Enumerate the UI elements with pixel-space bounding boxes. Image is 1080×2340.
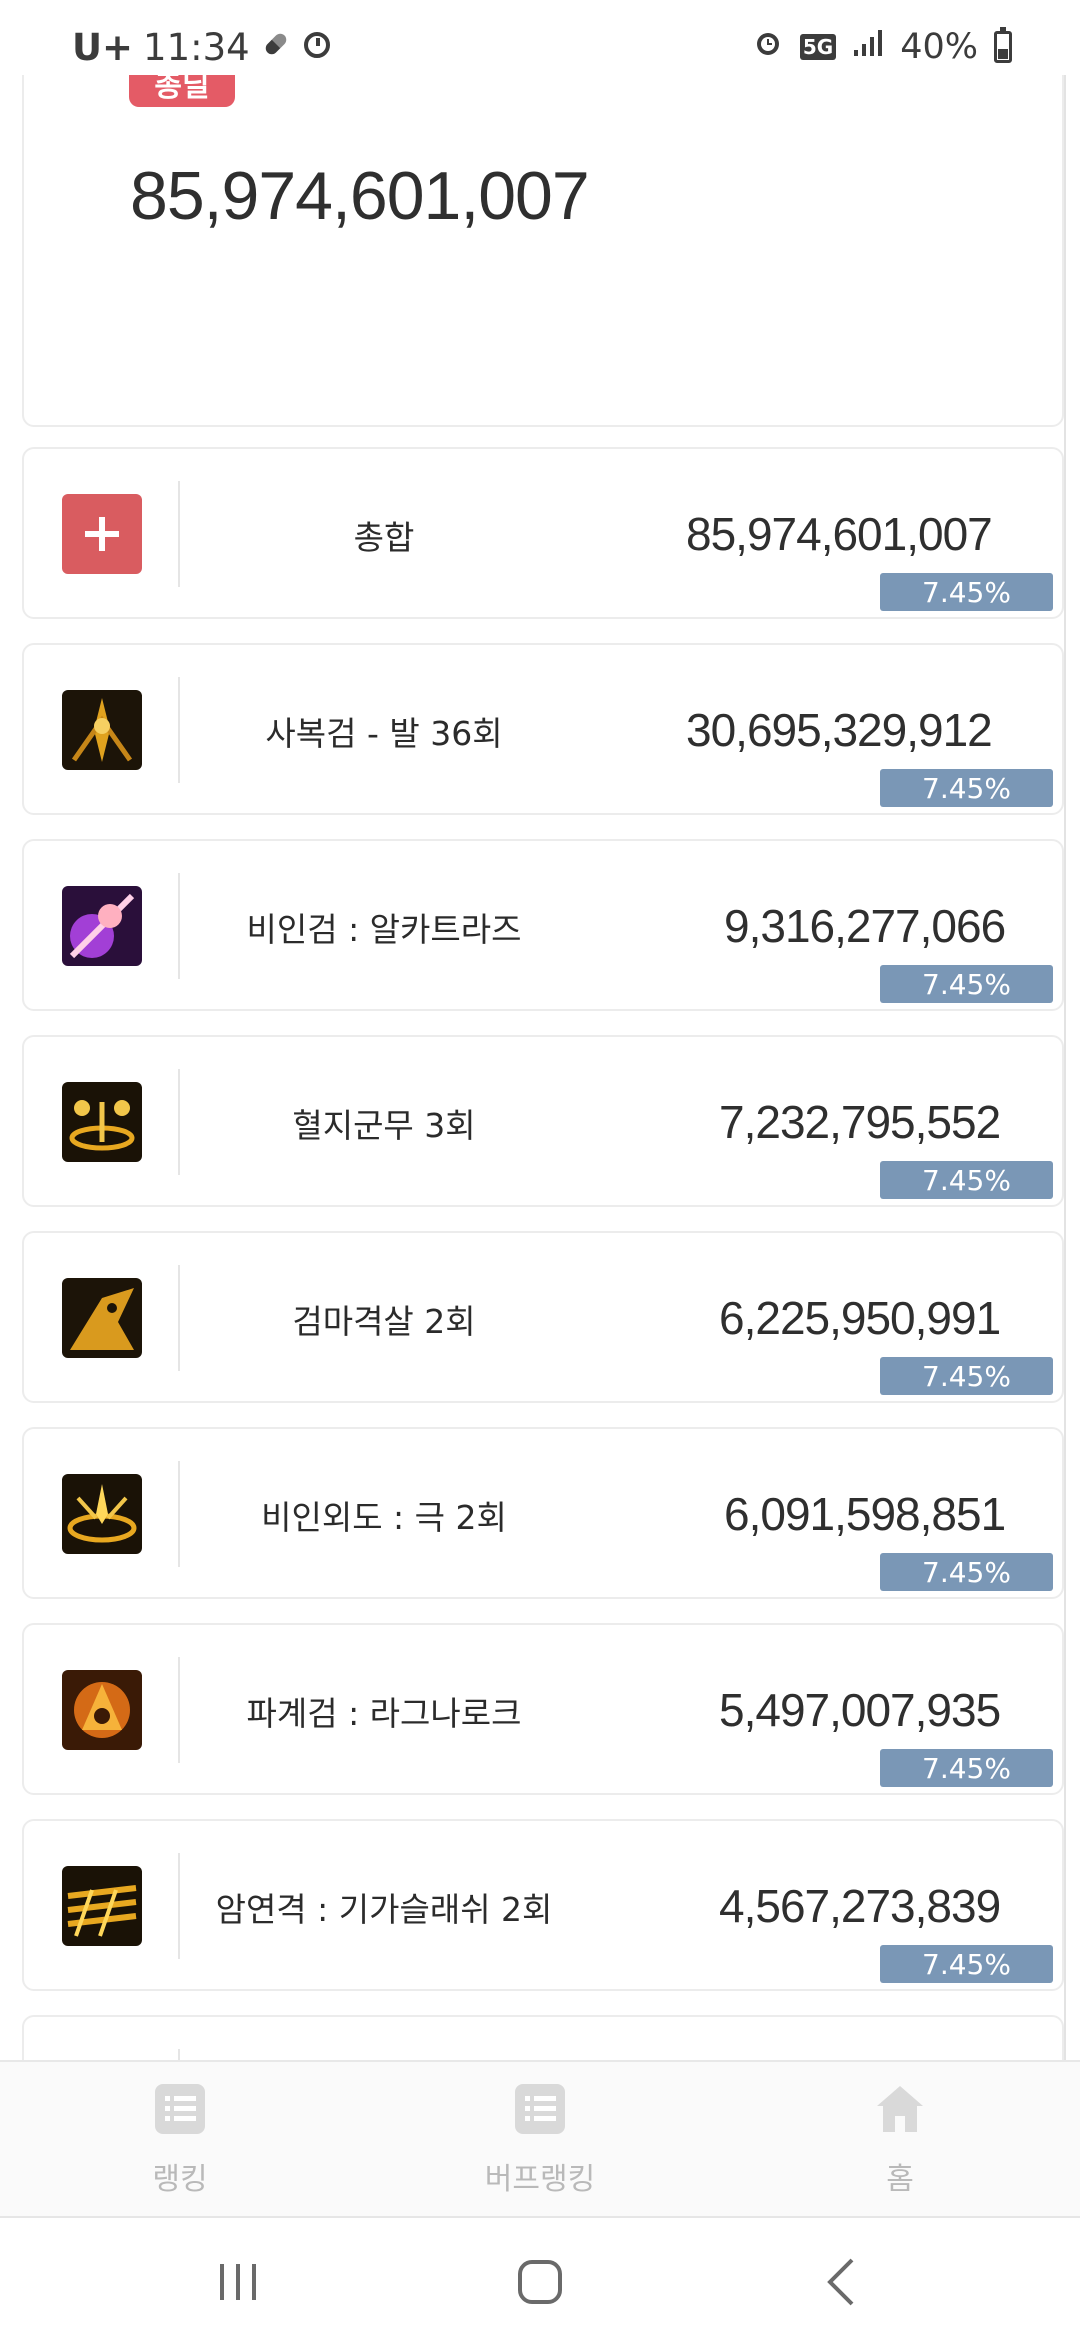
nav-buff-ranking[interactable]: 버프랭킹 (420, 2076, 660, 2206)
nav-ranking[interactable]: 랭킹 (60, 2076, 300, 2206)
damage-percent: 7.45% (880, 965, 1053, 1003)
divider (178, 1853, 180, 1959)
network-5g-icon: 5G (799, 34, 837, 60)
nav-ranking-label: 랭킹 (152, 2162, 208, 2197)
list-item[interactable]: 사복검 - 발 36회 30,695,329,912 7.45% (22, 643, 1064, 815)
nav-home-label: 홈 (886, 2162, 914, 2197)
list-item[interactable]: 암연격 : 기가슬래쉬 2회 4,567,273,839 7.45% (22, 1819, 1064, 1991)
damage-percent: 7.45% (880, 1161, 1053, 1199)
total-damage-card: 총딜 85,974,601,007 (22, 75, 1064, 427)
status-left: U+ 11:34 (72, 22, 332, 72)
skill-icon (62, 1670, 142, 1750)
back-icon[interactable] (812, 2254, 872, 2310)
skill-damage: 85,974,601,007 (686, 508, 993, 560)
skill-name: 파계검 : 라그나로크 (246, 1694, 522, 1733)
status-bar: U+ 11:34 5G 40% (0, 0, 1080, 75)
home-button-icon[interactable] (510, 2254, 570, 2310)
damage-percent: 7.45% (880, 769, 1053, 807)
signal-icon (852, 27, 884, 67)
system-nav-bar (0, 2216, 1080, 2340)
skill-icon (62, 1278, 142, 1358)
pill-icon (260, 26, 292, 69)
skill-icon (62, 690, 142, 770)
skill-name: 암연격 : 기가슬래쉬 2회 (215, 1890, 553, 1929)
list-item[interactable] (22, 2015, 1064, 2060)
skill-icon (62, 1082, 142, 1162)
divider (178, 1461, 180, 1567)
battery-icon (994, 27, 1012, 63)
bottom-nav: 랭킹 버프랭킹 홈 (0, 2060, 1080, 2216)
list-item[interactable]: 혈지군무 3회 7,232,795,552 7.45% (22, 1035, 1064, 1207)
skill-damage: 6,091,598,851 (724, 1488, 1006, 1540)
damage-list[interactable]: 총딜 85,974,601,007 총합 85,974,601,007 7.45… (0, 75, 1080, 2060)
plus-icon[interactable] (62, 494, 142, 574)
damage-percent: 7.45% (880, 573, 1053, 611)
divider (178, 2049, 180, 2060)
skill-name: 사복검 - 발 36회 (265, 714, 503, 753)
alarm-icon (752, 27, 784, 68)
divider (178, 873, 180, 979)
total-damage-badge: 총딜 (129, 75, 235, 107)
damage-percent: 7.45% (880, 1553, 1053, 1591)
list-item[interactable]: 검마격살 2회 6,225,950,991 7.45% (22, 1231, 1064, 1403)
skill-damage: 9,316,277,066 (724, 900, 1006, 952)
skill-name: 비인외도 : 극 2회 (261, 1498, 507, 1537)
divider (178, 1657, 180, 1763)
divider (178, 677, 180, 783)
carrier-label: U+ (72, 25, 134, 69)
home-icon (877, 2086, 923, 2132)
recent-apps-icon[interactable] (208, 2254, 268, 2310)
skill-damage: 30,695,329,912 (686, 704, 993, 756)
nav-home[interactable]: 홈 (780, 2076, 1020, 2206)
divider (178, 1265, 180, 1371)
total-damage-value: 85,974,601,007 (130, 158, 590, 234)
clock: 11:34 (143, 25, 250, 69)
nav-buff-ranking-label: 버프랭킹 (484, 2162, 596, 2197)
list-item[interactable]: 비인검 : 알카트라즈 9,316,277,066 7.45% (22, 839, 1064, 1011)
skill-name: 총합 (353, 518, 415, 557)
skill-damage: 4,567,273,839 (719, 1880, 1001, 1932)
divider (178, 1069, 180, 1175)
damage-percent: 7.45% (880, 1945, 1053, 1983)
battery-percent: 40% (900, 27, 978, 67)
skill-icon (62, 886, 142, 966)
list-icon (515, 2084, 565, 2134)
skill-name: 혈지군무 3회 (292, 1106, 476, 1145)
list-icon (155, 2084, 205, 2134)
skill-damage: 7,232,795,552 (719, 1096, 1001, 1148)
skill-damage: 6,225,950,991 (719, 1292, 1001, 1344)
status-right: 5G 40% (752, 22, 1012, 72)
list-item[interactable]: 총합 85,974,601,007 7.45% (22, 447, 1064, 619)
skill-name: 검마격살 2회 (292, 1302, 476, 1341)
sync-icon (302, 26, 332, 69)
skill-name: 비인검 : 알카트라즈 (246, 910, 522, 949)
list-item[interactable]: 비인외도 : 극 2회 6,091,598,851 7.45% (22, 1427, 1064, 1599)
damage-percent: 7.45% (880, 1749, 1053, 1787)
skill-icon (62, 1474, 142, 1554)
skill-damage: 5,497,007,935 (719, 1684, 1001, 1736)
damage-percent: 7.45% (880, 1357, 1053, 1395)
skill-icon (62, 1866, 142, 1946)
list-item[interactable]: 파계검 : 라그나로크 5,497,007,935 7.45% (22, 1623, 1064, 1795)
divider (178, 481, 180, 587)
